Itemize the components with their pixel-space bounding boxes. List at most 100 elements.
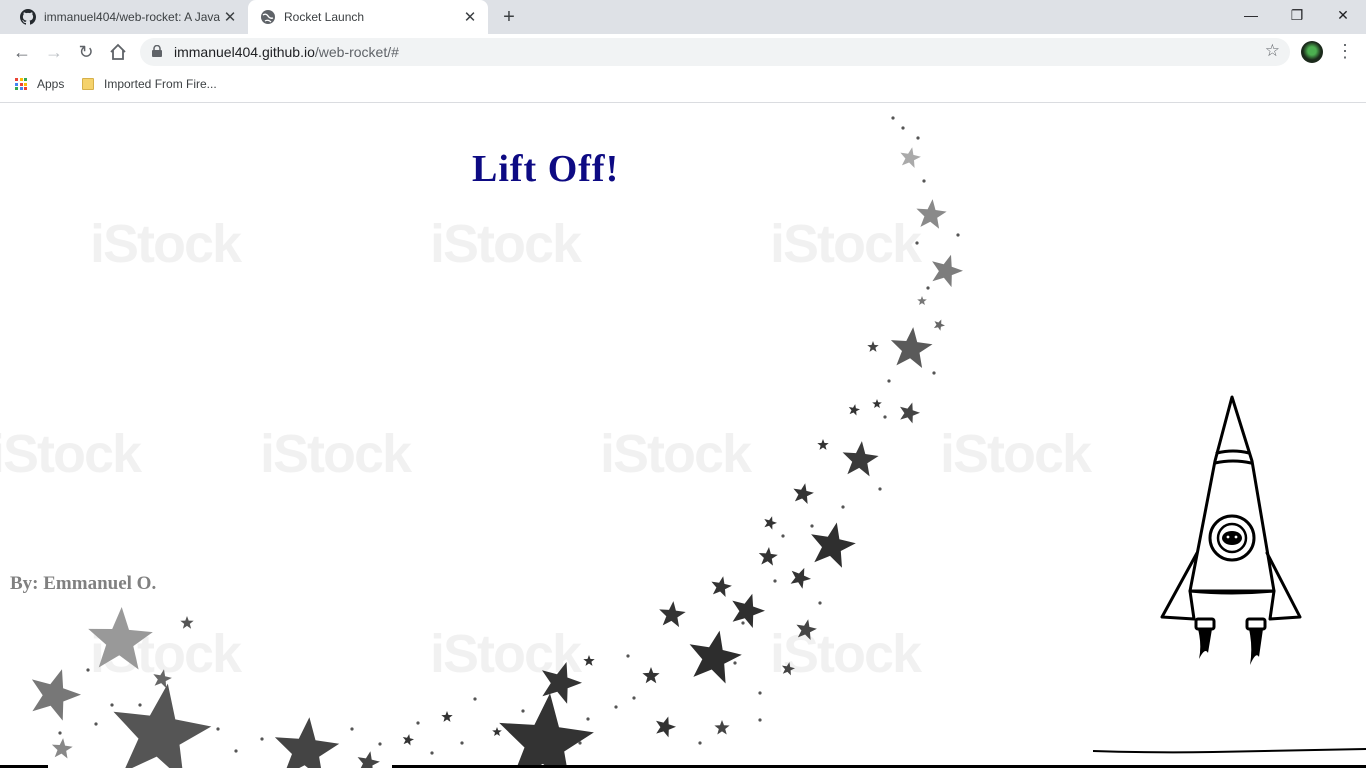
star-shape <box>890 327 933 368</box>
new-tab-button[interactable]: + <box>498 6 520 28</box>
sparkle-dot <box>260 737 264 741</box>
star-shape <box>758 547 778 566</box>
star-shape <box>656 716 676 738</box>
url-domain: immanuel404.github.io <box>174 44 315 60</box>
star-shape <box>811 522 856 568</box>
profile-avatar[interactable] <box>1301 41 1323 63</box>
sparkle-dot <box>416 721 420 725</box>
star-shape <box>848 404 860 416</box>
star-shape <box>402 734 414 746</box>
star-shape <box>180 616 194 629</box>
star-shape <box>932 254 963 288</box>
back-arrow-icon[interactable]: ← <box>10 40 34 64</box>
star-shape <box>441 711 453 722</box>
bookmark-label: Imported From Fire... <box>104 77 217 91</box>
sparkle-dot <box>887 379 891 383</box>
star-shape <box>796 619 817 640</box>
sparkle-dot <box>138 703 142 707</box>
sparkle-dot <box>378 742 382 746</box>
browser-toolbar: ← → ↻ immanuel404.github.io/web-rocket/#… <box>0 34 1366 70</box>
star-shape <box>764 516 777 530</box>
minimize-icon[interactable]: — <box>1228 0 1274 30</box>
bookmark-star-icon[interactable]: ☆ <box>1265 41 1280 61</box>
sparkle-dot <box>901 126 905 130</box>
star-shape <box>499 693 594 768</box>
star-shape <box>793 483 814 504</box>
tab-strip: immanuel404/web-rocket: A Java ✕ Rocket … <box>0 0 1366 34</box>
bookmark-apps[interactable]: Apps <box>15 77 64 91</box>
sparkle-dot <box>216 727 220 731</box>
star-shape <box>153 669 172 689</box>
star-shape <box>917 296 927 305</box>
address-bar[interactable]: immanuel404.github.io/web-rocket/# ☆ <box>140 38 1290 66</box>
home-icon[interactable] <box>106 40 130 64</box>
author-byline: By: Emmanuel O. <box>10 573 157 594</box>
sparkle-dot <box>58 731 62 735</box>
sparkle-dot <box>810 524 814 528</box>
sparkle-dot <box>586 717 590 721</box>
star-shape <box>916 199 947 229</box>
sparkle-dot <box>626 654 630 658</box>
sparkle-dot <box>234 749 238 753</box>
sparkle-dot <box>956 233 960 237</box>
star-trail-graphic <box>31 116 963 768</box>
sparkle-dot <box>781 534 785 538</box>
close-tab-icon[interactable]: ✕ <box>220 8 240 26</box>
sparkle-dot <box>632 696 636 700</box>
star-shape <box>689 630 742 684</box>
sparkle-dot <box>891 116 895 120</box>
star-shape <box>781 662 795 676</box>
folder-icon <box>82 78 94 90</box>
sparkle-dot <box>350 727 354 731</box>
sparkle-dot <box>430 751 434 755</box>
restore-icon[interactable]: ❐ <box>1274 0 1320 30</box>
star-shape <box>790 567 811 589</box>
star-shape <box>51 738 73 759</box>
rocket-illustration <box>1160 395 1302 665</box>
sparkle-dot <box>110 703 114 707</box>
star-shape <box>711 576 732 597</box>
bookmarks-bar: Apps Imported From Fire... <box>0 70 1366 103</box>
forward-arrow-icon[interactable]: → <box>42 40 66 64</box>
sparkle-dot <box>926 286 930 290</box>
star-shape <box>274 717 340 768</box>
lock-icon <box>152 45 162 57</box>
github-icon <box>20 9 36 25</box>
star-shape <box>900 147 921 168</box>
sparkle-dot <box>773 579 777 583</box>
sparkle-dot <box>521 709 525 713</box>
star-shape <box>492 727 502 736</box>
sparkle-dot <box>818 601 822 605</box>
url-text: immanuel404.github.io/web-rocket/# <box>174 44 399 60</box>
sparkle-dot <box>698 741 702 745</box>
bookmark-label: Apps <box>37 77 65 91</box>
tab-rocket-launch[interactable]: Rocket Launch ✕ <box>248 0 488 34</box>
star-shape <box>842 441 879 477</box>
star-shape <box>817 439 829 450</box>
sparkle-dot <box>94 722 98 726</box>
star-shape <box>867 341 879 352</box>
sparkle-dot <box>915 241 919 245</box>
star-shape <box>113 683 212 768</box>
apps-grid-icon <box>15 78 27 90</box>
sparkle-dot <box>473 697 477 701</box>
url-path: /web-rocket/# <box>314 44 399 60</box>
sparkle-dot <box>841 505 845 509</box>
globe-icon <box>261 10 275 24</box>
sparkle-dot <box>578 741 582 745</box>
sparkle-dot <box>460 741 464 745</box>
bookmark-imported-folder[interactable]: Imported From Fire... <box>82 77 217 91</box>
close-tab-icon[interactable]: ✕ <box>460 8 480 26</box>
reload-icon[interactable]: ↻ <box>74 40 98 64</box>
sparkle-dot <box>916 136 920 140</box>
window-close-icon[interactable]: ✕ <box>1320 0 1366 30</box>
sparkle-dot <box>733 661 737 665</box>
sparkle-dot <box>922 179 926 183</box>
star-shape <box>872 399 882 408</box>
tab-github[interactable]: immanuel404/web-rocket: A Java ✕ <box>8 0 248 34</box>
sparkle-dot <box>758 691 762 695</box>
sparkle-dot <box>741 621 745 625</box>
page-heading: Lift Off! <box>472 148 620 190</box>
menu-icon[interactable]: ⋮ <box>1336 39 1354 63</box>
star-shape <box>642 667 660 684</box>
